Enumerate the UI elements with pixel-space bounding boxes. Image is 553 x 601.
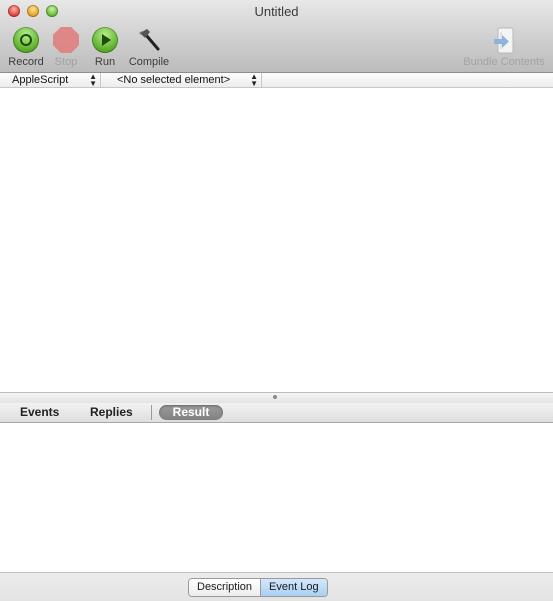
window-title: Untitled [254, 4, 299, 19]
record-button[interactable]: Record [8, 27, 44, 68]
view-segmented-control: Description Event Log [188, 578, 328, 597]
run-button[interactable]: Run [91, 27, 119, 68]
toolbar: Untitled Record Stop Run Compile Bundle … [0, 0, 553, 73]
tab-separator [151, 405, 152, 420]
tab-replies[interactable]: Replies [90, 405, 133, 420]
run-icon [92, 27, 118, 53]
updown-arrows-icon: ▲ ▼ [89, 72, 97, 88]
log-tab-bar: Events Replies Result [0, 403, 553, 423]
description-segment[interactable]: Description [189, 579, 262, 596]
element-popup[interactable]: <No selected element> ▲ ▼ [101, 72, 262, 88]
tab-events[interactable]: Events [20, 405, 59, 420]
navigation-bar: AppleScript ▲ ▼ <No selected element> ▲ ▼ [0, 73, 553, 88]
divider-handle-icon [273, 395, 277, 399]
stop-icon [53, 27, 79, 53]
record-icon [13, 27, 39, 53]
element-popup-value: <No selected element> [117, 74, 231, 86]
result-log-area[interactable] [0, 423, 553, 572]
compile-label: Compile [128, 56, 170, 68]
run-label: Run [94, 56, 116, 68]
stop-label: Stop [54, 56, 78, 68]
compile-button[interactable]: Compile [127, 27, 171, 68]
tab-result[interactable]: Result [159, 405, 223, 420]
language-popup-value: AppleScript [12, 74, 69, 86]
script-editor-window: Untitled Record Stop Run Compile Bundle … [0, 0, 553, 601]
bundle-contents-button[interactable]: Bundle Contents [462, 27, 546, 68]
record-label: Record [8, 56, 44, 68]
bundle-contents-icon [491, 27, 517, 54]
updown-arrows-icon: ▲ ▼ [250, 72, 258, 88]
stop-button[interactable]: Stop [52, 27, 80, 68]
event-log-segment[interactable]: Event Log [261, 579, 327, 596]
bundle-contents-label: Bundle Contents [463, 56, 545, 68]
hammer-icon [136, 27, 162, 53]
bottom-bar: Description Event Log [0, 572, 553, 601]
language-popup[interactable]: AppleScript ▲ ▼ [0, 72, 101, 88]
script-editor-text-area[interactable] [0, 88, 553, 392]
